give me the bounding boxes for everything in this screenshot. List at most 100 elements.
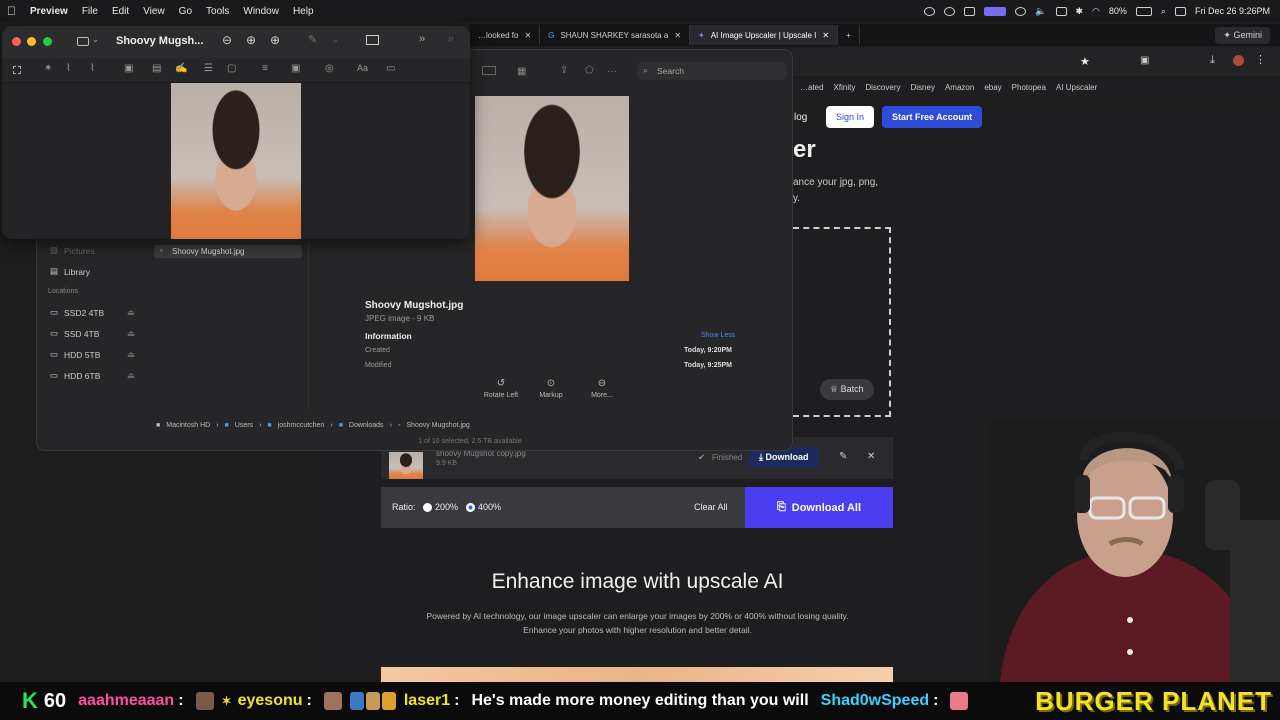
shapes-icon[interactable]: ▣ (124, 63, 133, 74)
draw-icon[interactable]: ⌇ (90, 63, 95, 74)
status-icon[interactable] (924, 6, 936, 16)
bookmark-item[interactable]: Xfinity (834, 83, 856, 92)
show-less-link[interactable]: Show Less (701, 332, 735, 339)
more-action[interactable]: ⊖ More... (582, 378, 622, 399)
sign-icon[interactable]: ✍ (175, 63, 187, 74)
view-toggle-icon[interactable] (482, 66, 496, 75)
profile-avatar[interactable] (1233, 55, 1244, 66)
text-box-icon[interactable]: ▤ (152, 63, 161, 74)
screen-share-icon[interactable] (984, 6, 1007, 16)
menu-view[interactable]: View (136, 6, 172, 17)
spotlight-icon[interactable]: ⌕ (1161, 6, 1166, 17)
sidebar-toggle-icon[interactable] (77, 37, 89, 46)
finder-search-field[interactable]: ⌕ Search (637, 62, 787, 80)
gemini-button[interactable]: ✦ Gemini (1215, 27, 1270, 44)
bookmark-item[interactable]: Amazon (945, 83, 974, 92)
adjust-color-icon[interactable]: ☰ (204, 63, 213, 74)
text-style-icon[interactable]: Aa (357, 63, 368, 73)
menu-help[interactable]: Help (286, 6, 321, 17)
select-rect-icon[interactable] (13, 66, 21, 74)
new-tab-button[interactable]: + (838, 25, 860, 45)
path-item[interactable]: Shoovy Mugshot.jpg (406, 422, 469, 429)
path-item[interactable]: Downloads (349, 422, 384, 429)
clear-all-button[interactable]: Clear All (694, 502, 728, 512)
more-icon[interactable]: … (607, 64, 617, 75)
extension-icon[interactable]: ▣ (1140, 55, 1149, 66)
zoom-fit-icon[interactable]: ⊕ (270, 33, 280, 47)
close-icon[interactable]: ✕ (524, 31, 531, 40)
grid-view-icon[interactable]: ▦ (517, 66, 526, 77)
tag-icon[interactable]: ⬠ (585, 65, 594, 76)
globe-icon[interactable] (944, 6, 956, 16)
search-icon[interactable]: ⌕ (448, 33, 454, 46)
path-item[interactable]: Macintosh HD (166, 422, 210, 429)
zoom-out-icon[interactable]: ⊖ (222, 33, 232, 47)
creative-cloud-icon[interactable] (964, 6, 976, 16)
minimize-window-button[interactable] (27, 37, 36, 46)
menu-edit[interactable]: Edit (105, 6, 136, 17)
zoom-window-button[interactable] (43, 37, 52, 46)
batch-button[interactable]: ♕ Batch (820, 379, 874, 400)
display-icon[interactable] (1055, 6, 1067, 16)
close-window-button[interactable] (12, 37, 21, 46)
remove-file-icon[interactable]: ✕ (867, 451, 875, 462)
bookmark-star-icon[interactable]: ★ (1080, 55, 1090, 68)
annotate-icon[interactable]: ▭ (386, 63, 395, 74)
bookmark-item[interactable]: Photopea (1012, 83, 1046, 92)
border-color-icon[interactable]: ▣ (291, 63, 300, 74)
path-item[interactable]: Users (235, 422, 253, 429)
record-icon[interactable] (1015, 6, 1027, 16)
apple-icon[interactable]:  (0, 4, 23, 18)
browser-tab[interactable]: …looked fo ✕ (470, 25, 541, 45)
ratio-option-400[interactable]: 400% (478, 502, 501, 512)
ratio-radio-400[interactable] (466, 503, 475, 512)
bookmark-item[interactable]: …ated (800, 83, 824, 92)
markup-pen-icon[interactable]: ✎ (308, 33, 317, 46)
nav-link-blog[interactable]: log (794, 112, 807, 123)
rotate-left-action[interactable]: ↺ Rotate Left (478, 378, 524, 399)
bookmark-item[interactable]: Disney (911, 83, 935, 92)
menu-app-name[interactable]: Preview (23, 6, 75, 17)
share-icon[interactable]: ⇪ (560, 65, 568, 76)
ratio-radio-200[interactable] (423, 503, 432, 512)
zoom-in-icon[interactable]: ⊕ (246, 33, 256, 47)
sidebar-item-drive[interactable]: ▭ SSD2 4TB ⏏ (37, 302, 147, 323)
edit-icon[interactable]: ✎ (839, 451, 847, 462)
file-row-selected[interactable]: ▫ Shoovy Mugshot.jpg (154, 245, 302, 258)
adjust-size-icon[interactable]: ▢ (227, 63, 236, 74)
menu-tools[interactable]: Tools (199, 6, 236, 17)
sidebar-item-library[interactable]: ▤ Library (37, 261, 147, 282)
menu-window[interactable]: Window (236, 6, 286, 17)
close-icon[interactable]: ✕ (822, 31, 829, 40)
instant-alpha-icon[interactable]: ✶ (44, 63, 52, 74)
close-icon[interactable]: ✕ (674, 31, 681, 40)
shape-style-icon[interactable]: ≡ (262, 63, 268, 74)
bookmark-item[interactable]: AI Upscaler (1056, 83, 1097, 92)
sidebar-item-drive[interactable]: ▭ HDD 5TB ⏏ (37, 344, 147, 365)
browser-tab[interactable]: G SHAUN SHARKEY sarasota a ✕ (540, 25, 691, 45)
eject-icon[interactable]: ⏏ (127, 370, 135, 381)
eject-icon[interactable]: ⏏ (127, 307, 135, 318)
sketch-icon[interactable]: ⌇ (66, 63, 71, 74)
overflow-chevron-icon[interactable]: » (419, 33, 425, 45)
menubar-clock[interactable]: Fri Dec 26 9:26PM (1195, 6, 1270, 16)
control-center-icon[interactable] (1174, 6, 1186, 16)
sidebar-item-pictures[interactable]: ▧ Pictures (37, 240, 147, 261)
bookmark-item[interactable]: Discovery (865, 83, 900, 92)
markup-action[interactable]: ⊙ Markup (531, 378, 571, 399)
bluetooth-icon[interactable]: ✱ (1076, 6, 1084, 17)
chevron-down-icon[interactable]: ⌄ (332, 35, 339, 44)
sidebar-item-drive[interactable]: ▭ SSD 4TB ⏏ (37, 323, 147, 344)
path-item[interactable]: joshmccutchen (278, 422, 325, 429)
chevron-down-icon[interactable]: ⌄ (92, 35, 99, 44)
sidebar-item-drive[interactable]: ▭ HDD 6TB ⏏ (37, 365, 147, 386)
download-icon[interactable]: ⤓ (1210, 54, 1215, 67)
sign-in-button[interactable]: Sign In (826, 106, 875, 128)
browser-tab-active[interactable]: ✦ AI Image Upscaler | Upscale I ✕ (690, 25, 839, 45)
eject-icon[interactable]: ⏏ (127, 328, 135, 339)
battery-icon[interactable] (1135, 6, 1152, 16)
download-button[interactable]: ⤓ Download (749, 447, 819, 468)
bookmark-item[interactable]: ebay (984, 83, 1001, 92)
kebab-menu-icon[interactable]: ⋮ (1255, 53, 1266, 66)
fill-color-icon[interactable]: ◎ (325, 63, 334, 74)
